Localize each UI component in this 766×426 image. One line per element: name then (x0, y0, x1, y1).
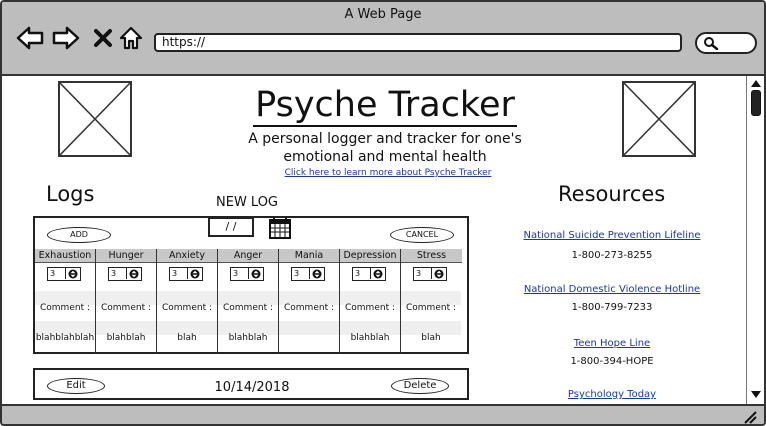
resource-link-psychology-today[interactable]: Psychology Today (502, 389, 722, 400)
forward-arrow-icon[interactable] (52, 24, 80, 52)
home-icon[interactable] (117, 24, 145, 52)
log-column: Stress 3 Comment : blah (401, 249, 462, 353)
log-column: Depression 3 Comment : blahblah (340, 249, 401, 353)
resize-grip-icon[interactable] (742, 410, 758, 424)
rating-stepper[interactable]: 3 (169, 267, 203, 281)
resource-phone-suicide-lifeline: 1-800-273-8255 (571, 250, 653, 261)
rating-stepper[interactable]: 3 (352, 267, 386, 281)
browser-window: A Web Page https:// Psyche Tracker A per… (0, 0, 766, 426)
comment-label: Comment : (406, 303, 456, 313)
column-header: Exhaustion (35, 249, 95, 263)
comment-label: Comment : (162, 303, 212, 313)
column-header: Anger (218, 249, 278, 263)
comment-text[interactable]: blah (157, 333, 217, 343)
log-column: Hunger 3 Comment : blahblah (96, 249, 157, 353)
comment-label: Comment : (345, 303, 395, 313)
subtitle-line-2: emotional and mental health (283, 149, 487, 165)
rating-stepper[interactable]: 3 (291, 267, 325, 281)
cancel-button[interactable]: CANCEL (390, 227, 454, 243)
search-icon (704, 37, 719, 50)
edit-button[interactable]: Edit (47, 378, 105, 394)
comment-label: Comment : (284, 303, 334, 313)
page-content: Psyche Tracker A personal logger and tra… (2, 76, 746, 404)
resource-link-teen-hope[interactable]: Teen Hope Line (502, 338, 722, 349)
comment-text[interactable]: blahblah (218, 333, 278, 343)
logs-heading: Logs (46, 182, 95, 206)
new-log-label: NEW LOG (216, 195, 279, 210)
add-button[interactable]: ADD (47, 227, 111, 243)
column-header: Anxiety (157, 249, 217, 263)
scroll-thumb[interactable] (751, 90, 761, 116)
date-input[interactable]: / / (208, 217, 254, 237)
comment-text[interactable]: blah (401, 333, 461, 343)
page-title: Psyche Tracker (202, 84, 568, 127)
image-placeholder-left (58, 81, 132, 157)
log-entry-date: 10/14/2018 (214, 380, 290, 395)
rating-stepper[interactable]: 3 (47, 267, 81, 281)
subtitle-line-1: A personal logger and tracker for one's (248, 131, 522, 147)
stepper-arrows-icon[interactable] (248, 268, 263, 279)
comment-label: Comment : (101, 303, 151, 313)
rating-value: 3 (233, 269, 239, 278)
page-title-text: Psyche Tracker (253, 85, 517, 127)
resource-link-suicide-lifeline[interactable]: National Suicide Prevention Lifeline (502, 230, 722, 241)
rating-value: 3 (172, 269, 178, 278)
resources-heading: Resources (558, 182, 666, 206)
comment-text[interactable]: blahblah (96, 333, 156, 343)
log-columns: Exhaustion 3 Comment : blahblahblah Hunger 3 C… (34, 249, 466, 353)
url-bar[interactable]: https:// (154, 33, 682, 52)
vertical-scrollbar[interactable] (746, 76, 764, 404)
stepper-arrows-icon[interactable] (431, 268, 446, 279)
delete-button[interactable]: Delete (391, 378, 449, 394)
column-header: Depression (340, 249, 400, 263)
column-header: Mania (279, 249, 339, 263)
comment-text[interactable]: blahblah (340, 333, 400, 343)
log-column: Anger 3 Comment : blahblah (218, 249, 279, 353)
back-arrow-icon[interactable] (16, 24, 44, 52)
column-header: Hunger (96, 249, 156, 263)
comment-label: Comment : (223, 303, 273, 313)
close-x-icon[interactable] (89, 24, 117, 52)
rating-value: 3 (416, 269, 422, 278)
resource-link-domestic-violence[interactable]: National Domestic Violence Hotline (502, 284, 722, 295)
log-column: Mania 3 Comment : (279, 249, 340, 353)
resource-phone-teen-hope: 1-800-394-HOPE (570, 356, 654, 367)
rating-value: 3 (294, 269, 300, 278)
stepper-arrows-icon[interactable] (187, 268, 202, 279)
browser-chrome: A Web Page https:// (2, 2, 764, 76)
rating-value: 3 (111, 269, 117, 278)
column-header: Stress (401, 249, 462, 263)
rating-stepper[interactable]: 3 (230, 267, 264, 281)
scroll-down-icon[interactable] (750, 390, 762, 400)
rating-value: 3 (355, 269, 361, 278)
rating-stepper[interactable]: 3 (413, 267, 447, 281)
comment-label: Comment : (40, 303, 90, 313)
rating-value: 3 (50, 269, 56, 278)
comment-text[interactable]: blahblahblah (35, 333, 95, 343)
stepper-arrows-icon[interactable] (126, 268, 141, 279)
search-field[interactable] (695, 32, 757, 54)
stepper-arrows-icon[interactable] (370, 268, 385, 279)
resource-phone-domestic-violence: 1-800-799-7233 (571, 302, 653, 313)
calendar-icon[interactable] (268, 216, 292, 244)
stepper-arrows-icon[interactable] (65, 268, 80, 279)
rating-stepper[interactable]: 3 (108, 267, 142, 281)
image-placeholder-right (622, 81, 696, 157)
page-subtitle: A personal logger and tracker for one's … (238, 130, 532, 166)
learn-more-link[interactable]: Click here to learn more about Psyche Tr… (262, 168, 514, 178)
log-column: Anxiety 3 Comment : blah (157, 249, 218, 353)
status-bar (2, 404, 764, 424)
scroll-up-icon[interactable] (750, 78, 762, 88)
log-column: Exhaustion 3 Comment : blahblahblah (35, 249, 96, 353)
window-title: A Web Page (344, 7, 422, 22)
stepper-arrows-icon[interactable] (309, 268, 324, 279)
row-band (279, 321, 339, 335)
